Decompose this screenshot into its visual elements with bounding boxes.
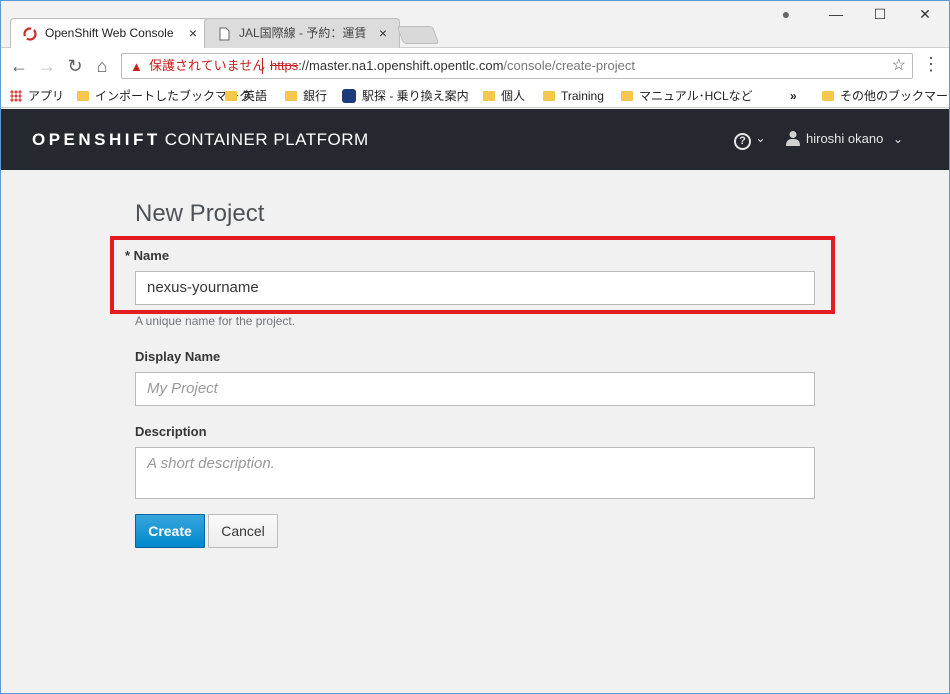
tab-openshift-web-console[interactable]: OpenShift Web Console × — [10, 18, 210, 48]
browser-tab-strip: OpenShift Web Console × JAL国際線 - 予約：運賃 ×… — [0, 0, 950, 48]
bookmark-personal[interactable]: 個人 — [483, 87, 525, 105]
folder-icon — [77, 91, 89, 101]
browser-toolbar: ← → ↻ ⌂ ▲ 保護されていません https://master.na1.o… — [0, 48, 950, 84]
user-icon — [786, 131, 800, 146]
bookmark-manuals[interactable]: マニュアル･HCLなど — [621, 87, 753, 105]
divider — [262, 58, 263, 74]
chevron-down-icon: ⌄ — [892, 132, 904, 146]
tab-title: OpenShift Web Console — [45, 26, 174, 40]
chevron-down-icon: ⌄ — [755, 131, 766, 145]
user-menu[interactable]: hiroshi okano ⌄ — [786, 130, 903, 146]
page-content: New Project * Name nexus-yourname A uniq… — [0, 170, 950, 694]
bookmark-star-icon[interactable]: ☆ — [892, 54, 906, 78]
folder-icon — [543, 91, 555, 101]
name-help-text: A unique name for the project. — [135, 314, 296, 328]
tab-close-icon[interactable]: × — [379, 19, 387, 47]
close-window-button[interactable]: ✕ — [915, 6, 935, 23]
name-input[interactable]: nexus-yourname — [135, 271, 815, 305]
new-tab-button[interactable] — [396, 26, 440, 44]
back-button[interactable]: ← — [8, 56, 30, 76]
address-bar[interactable]: ▲ 保護されていません https://master.na1.openshift… — [121, 53, 913, 79]
reload-button[interactable]: ↻ — [64, 56, 86, 76]
create-button[interactable]: Create — [135, 514, 205, 548]
browser-menu-icon[interactable]: ⋮ — [922, 54, 940, 75]
bookmarks-bar: アプリ インポートしたブックマーク 英語 銀行 駅探 - 乗り換え案内 個人 T… — [0, 84, 950, 108]
display-name-label: Display Name — [135, 349, 221, 364]
home-button[interactable]: ⌂ — [91, 56, 113, 76]
forward-button[interactable]: → — [36, 56, 58, 76]
account-icon[interactable]: ● — [776, 6, 796, 22]
apps-grid-icon — [10, 90, 22, 102]
ekitan-icon — [342, 89, 356, 103]
tab-close-icon[interactable]: × — [189, 19, 197, 47]
warning-icon[interactable]: ▲ — [130, 55, 143, 79]
url-text[interactable]: https://master.na1.openshift.opentlc.com… — [270, 54, 635, 78]
folder-icon — [621, 91, 633, 101]
page-title: New Project — [135, 200, 265, 227]
bookmarks-overflow-button[interactable]: » — [790, 87, 797, 105]
help-icon: ? — [734, 133, 751, 150]
help-menu[interactable]: ? ⌄ — [734, 129, 766, 150]
bookmark-apps[interactable]: アプリ — [10, 87, 64, 105]
folder-icon — [285, 91, 297, 101]
maximize-button[interactable]: ☐ — [870, 6, 890, 23]
description-textarea[interactable]: A short description. — [135, 447, 815, 499]
openshift-masthead: OPENSHIFT CONTAINER PLATFORM ? ⌄ hiroshi … — [0, 109, 950, 170]
brand-logo[interactable]: OPENSHIFT CONTAINER PLATFORM — [32, 130, 369, 150]
bookmark-english[interactable]: 英語 — [225, 87, 267, 105]
bookmark-ekitan[interactable]: 駅探 - 乗り換え案内 — [342, 87, 469, 105]
description-label: Description — [135, 424, 207, 439]
tab-jal[interactable]: JAL国際線 - 予約：運賃 × — [204, 18, 400, 48]
tab-title: JAL国際線 - 予約：運賃 — [239, 26, 367, 40]
openshift-favicon-icon — [23, 27, 37, 41]
minimize-button[interactable]: — — [826, 6, 846, 22]
bookmark-other[interactable]: その他のブックマーク — [822, 87, 950, 105]
cancel-button[interactable]: Cancel — [208, 514, 278, 548]
not-secure-label[interactable]: 保護されていません — [149, 54, 265, 78]
bookmark-bank[interactable]: 銀行 — [285, 87, 327, 105]
name-label: * Name — [125, 248, 170, 263]
bookmark-training[interactable]: Training — [543, 87, 604, 105]
user-name: hiroshi okano — [806, 131, 884, 146]
folder-icon — [483, 91, 495, 101]
display-name-input[interactable]: My Project — [135, 372, 815, 406]
page-icon — [219, 27, 230, 41]
folder-icon — [822, 91, 834, 101]
folder-icon — [225, 91, 237, 101]
